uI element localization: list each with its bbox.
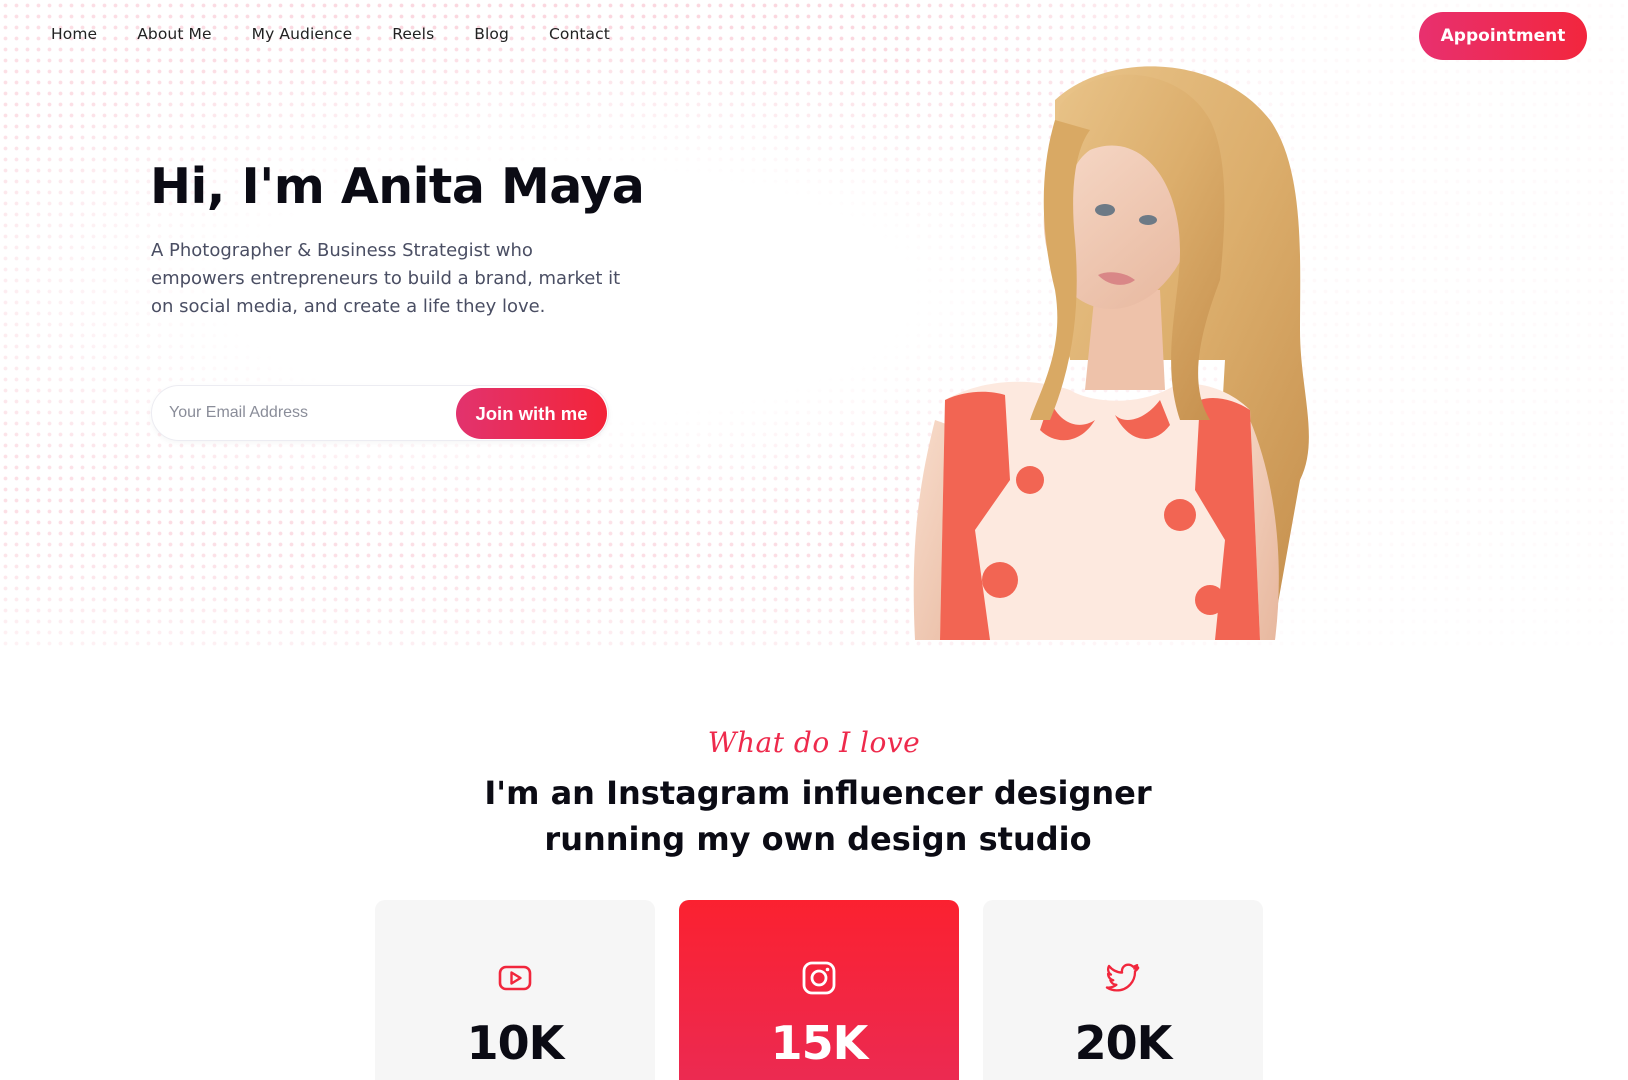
email-input[interactable] <box>153 387 443 439</box>
top-navigation: Home About Me My Audience Reels Blog Con… <box>0 0 1628 72</box>
nav-link-blog[interactable]: Blog <box>474 25 509 43</box>
section-title-line-1: I'm an Instagram influencer designer <box>484 774 1152 812</box>
hero-description: A Photographer & Business Strategist who… <box>151 240 621 317</box>
appointment-button[interactable]: Appointment <box>1419 12 1587 60</box>
nav-link-about-me[interactable]: About Me <box>137 25 211 43</box>
stat-card-twitter[interactable]: 20K <box>983 900 1263 1080</box>
stat-card-instagram[interactable]: 15K <box>679 900 959 1080</box>
email-signup-form: Join with me <box>151 385 609 441</box>
section-title-line-2: running my own design studio <box>544 820 1092 858</box>
nav-link-my-audience[interactable]: My Audience <box>252 25 353 43</box>
nav-link-reels[interactable]: Reels <box>392 25 434 43</box>
hero-bottom-fade <box>0 520 1628 650</box>
stat-count-instagram: 15K <box>770 1016 869 1070</box>
stats-cards: 10K 15K 20K <box>375 900 1263 1080</box>
nav-link-contact[interactable]: Contact <box>549 25 610 43</box>
youtube-icon <box>498 965 532 991</box>
nav-link-home[interactable]: Home <box>51 25 97 43</box>
section-script-title: What do I love <box>707 726 921 759</box>
instagram-icon <box>802 961 836 995</box>
twitter-icon <box>1105 963 1140 992</box>
join-button[interactable]: Join with me <box>456 388 607 439</box>
stat-count-twitter: 20K <box>1074 1016 1173 1070</box>
stat-count-youtube: 10K <box>466 1016 565 1070</box>
section-title: I'm an Instagram influencer designer run… <box>0 770 1628 862</box>
nav-links: Home About Me My Audience Reels Blog Con… <box>51 25 650 43</box>
stat-card-youtube[interactable]: 10K <box>375 900 655 1080</box>
hero-portrait-image <box>913 66 1309 640</box>
hero-title: Hi, I'm Anita Maya <box>150 158 645 215</box>
